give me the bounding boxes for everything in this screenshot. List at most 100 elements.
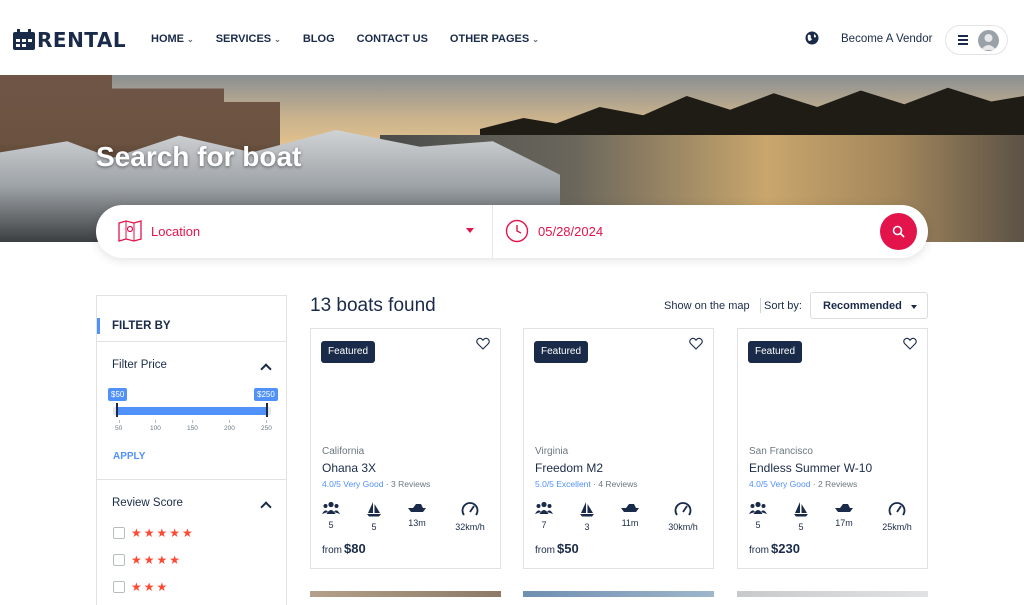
main-nav: HOME ⌄ SERVICES ⌄ BLOG CONTACT US OTHER PA… bbox=[151, 33, 561, 45]
boat-card[interactable]: Featured Virginia Freedom M2 5.0/5 Excel… bbox=[523, 328, 714, 569]
speed-value: 25km/h bbox=[882, 522, 912, 532]
star-rating: ★★★ bbox=[131, 579, 170, 594]
nav-home-label: HOME bbox=[151, 33, 184, 45]
speed-value: 32km/h bbox=[455, 522, 485, 532]
speedometer-icon bbox=[888, 502, 906, 516]
featured-badge: Featured bbox=[748, 341, 803, 363]
boat-name[interactable]: Ohana 3X bbox=[322, 461, 376, 475]
next-card-image[interactable] bbox=[310, 591, 501, 597]
nav-other-pages[interactable]: OTHER PAGES ⌄ bbox=[450, 33, 539, 45]
chevron-up-icon[interactable] bbox=[260, 363, 272, 375]
price-amount: $230 bbox=[771, 541, 800, 556]
boat-price: from $80 bbox=[322, 540, 366, 558]
passengers-value: 5 bbox=[328, 520, 334, 530]
boat-rating: 4.0/5 Very Good · 3 Reviews bbox=[322, 479, 430, 489]
cabins-value: 5 bbox=[798, 522, 804, 532]
heart-icon[interactable] bbox=[903, 337, 917, 350]
boat-location: California bbox=[322, 446, 365, 457]
chevron-down-icon: ⌄ bbox=[187, 34, 194, 44]
user-menu-button[interactable] bbox=[945, 25, 1008, 55]
nav-blog-label: BLOG bbox=[302, 33, 335, 45]
review-score-heading[interactable]: Review Score bbox=[112, 497, 183, 509]
review-count: 2 Reviews bbox=[818, 479, 858, 489]
logo-text: RENTAL bbox=[37, 28, 127, 52]
sailboat-icon bbox=[580, 502, 594, 517]
checkbox[interactable] bbox=[113, 526, 125, 539]
date-input[interactable]: 05/28/2024 bbox=[538, 224, 603, 239]
length-feature: 13m bbox=[397, 501, 437, 528]
passengers-icon bbox=[322, 501, 340, 514]
boat-name[interactable]: Endless Summer W-10 bbox=[749, 461, 872, 475]
map-icon bbox=[118, 220, 142, 242]
featured-badge: Featured bbox=[534, 341, 589, 363]
filter-price-heading[interactable]: Filter Price bbox=[112, 359, 167, 371]
search-button[interactable] bbox=[880, 213, 917, 250]
passengers-value: 7 bbox=[541, 520, 547, 530]
price-min-handle[interactable] bbox=[116, 403, 118, 417]
nav-contact-label: CONTACT US bbox=[356, 33, 428, 45]
rating-score: 5.0/5 Excellent bbox=[535, 479, 591, 489]
star-rating: ★★★★ bbox=[131, 552, 183, 567]
nav-contact-us[interactable]: CONTACT US bbox=[357, 33, 428, 45]
speedometer-icon bbox=[674, 502, 692, 516]
price-tick: 50 bbox=[115, 420, 123, 432]
boat-rating: 5.0/5 Excellent · 4 Reviews bbox=[535, 479, 638, 489]
search-divider bbox=[492, 205, 493, 258]
review-option-5[interactable]: ★★★★★ bbox=[113, 526, 195, 540]
next-card-image[interactable] bbox=[737, 591, 928, 597]
price-min-tag: $50 bbox=[108, 388, 128, 401]
cabins-value: 5 bbox=[371, 522, 377, 532]
logo[interactable]: RENTAL bbox=[12, 28, 126, 52]
price-tick: 100 bbox=[150, 420, 161, 432]
nav-blog[interactable]: BLOG bbox=[303, 33, 335, 45]
caret-down-icon[interactable] bbox=[466, 228, 474, 233]
become-vendor-link[interactable]: Become A Vendor bbox=[841, 33, 932, 45]
next-card-image[interactable] bbox=[523, 591, 714, 597]
passengers-feature: 5 bbox=[738, 501, 778, 530]
nav-home[interactable]: HOME ⌄ bbox=[151, 33, 194, 45]
passengers-icon bbox=[535, 501, 553, 514]
price-prefix: from bbox=[322, 545, 342, 556]
length-value: 13m bbox=[408, 518, 426, 528]
search-icon bbox=[892, 225, 905, 238]
review-option-3[interactable]: ★★★ bbox=[113, 579, 170, 594]
nav-services-label: SERVICES bbox=[215, 33, 272, 45]
globe-icon[interactable] bbox=[805, 31, 819, 45]
price-max-handle[interactable] bbox=[266, 403, 268, 417]
review-option-4[interactable]: ★★★★ bbox=[113, 552, 183, 567]
boat-card[interactable]: Featured California Ohana 3X 4.0/5 Very … bbox=[310, 328, 501, 569]
caret-down-icon bbox=[911, 305, 917, 309]
boat-card[interactable]: Featured San Francisco Endless Summer W-… bbox=[737, 328, 928, 569]
location-select[interactable]: Location bbox=[151, 224, 200, 239]
price-tick: 250 bbox=[261, 420, 272, 432]
chevron-down-icon: ⌄ bbox=[532, 34, 539, 44]
price-prefix: from bbox=[749, 545, 769, 556]
user-avatar-icon bbox=[978, 30, 999, 51]
review-count: 4 Reviews bbox=[598, 479, 638, 489]
checkbox[interactable] bbox=[113, 553, 125, 566]
site-header: RENTAL HOME ⌄ SERVICES ⌄ BLOG CONTACT US O… bbox=[0, 0, 1024, 75]
price-prefix: from bbox=[535, 545, 555, 556]
price-amount: $50 bbox=[557, 541, 579, 556]
boat-price: from $50 bbox=[535, 540, 579, 558]
length-value: 11m bbox=[621, 518, 639, 528]
speed-value: 30km/h bbox=[668, 522, 698, 532]
price-max-tag: $250 bbox=[254, 388, 278, 401]
passengers-icon bbox=[749, 501, 767, 514]
sort-select[interactable]: Recommended bbox=[810, 292, 928, 319]
checkbox[interactable] bbox=[113, 580, 125, 593]
nav-other-pages-label: OTHER PAGES bbox=[449, 33, 530, 45]
length-feature: 11m bbox=[610, 501, 650, 528]
nav-services[interactable]: SERVICES ⌄ bbox=[216, 33, 281, 45]
boat-price: from $230 bbox=[749, 540, 800, 558]
apply-price-button[interactable]: APPLY bbox=[113, 451, 145, 462]
heart-icon[interactable] bbox=[689, 337, 703, 350]
cabins-feature: 5 bbox=[354, 501, 394, 532]
heart-icon[interactable] bbox=[476, 337, 490, 350]
boat-name[interactable]: Freedom M2 bbox=[535, 461, 603, 475]
price-tick: 150 bbox=[187, 420, 198, 432]
rating-score: 4.0/5 Very Good bbox=[322, 479, 384, 489]
search-bar: Location 05/28/2024 bbox=[96, 205, 928, 258]
chevron-up-icon[interactable] bbox=[260, 501, 272, 513]
show-on-map-link[interactable]: Show on the map bbox=[664, 300, 750, 312]
